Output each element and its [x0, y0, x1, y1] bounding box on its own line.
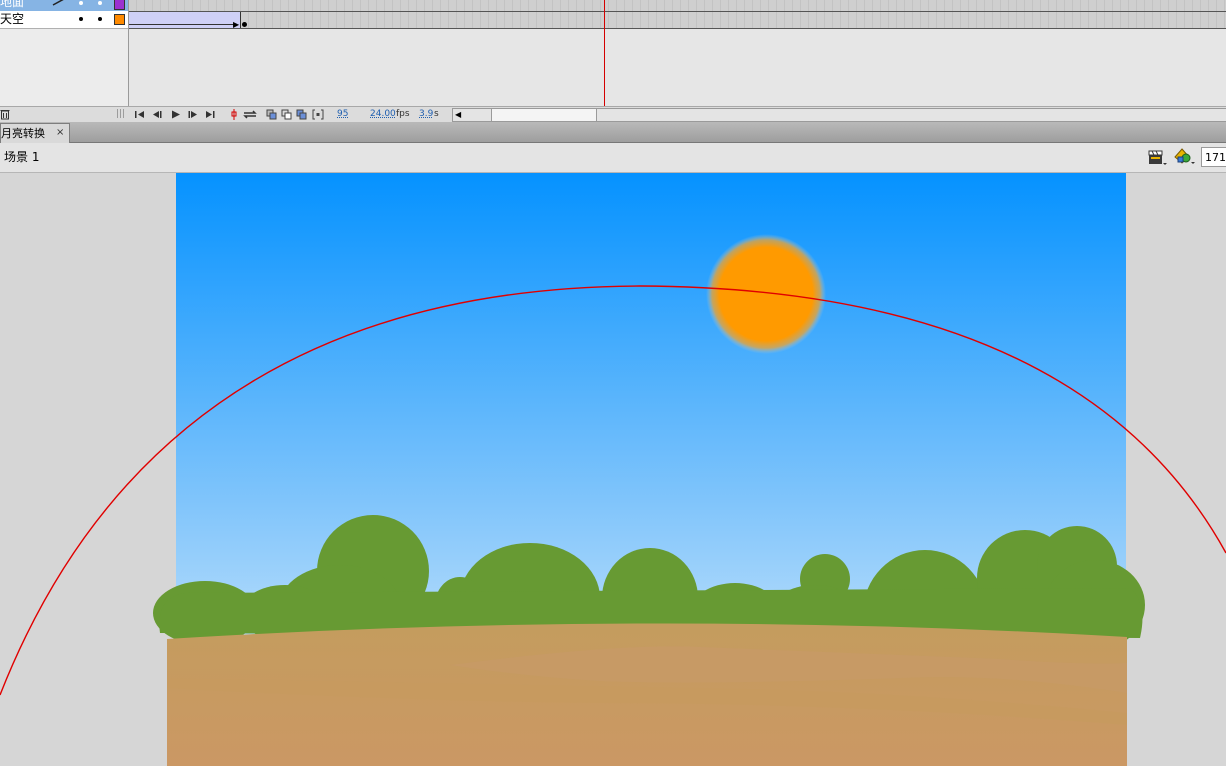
keyframe[interactable]: [242, 22, 247, 27]
scroll-left-arrow[interactable]: ◀: [455, 109, 461, 121]
frame-row[interactable]: ▶: [129, 12, 1226, 29]
lock-dot[interactable]: [98, 1, 102, 5]
stage-canvas[interactable]: [0, 173, 1226, 766]
playhead[interactable]: [604, 0, 605, 106]
tween-arrowhead: ▶: [233, 20, 240, 29]
document-tab-bar: 月亮转换 ×: [0, 122, 1226, 143]
frame-rate-unit: fps: [396, 109, 410, 119]
visibility-dot[interactable]: [79, 17, 83, 21]
stage-area[interactable]: [0, 173, 1226, 766]
document-tab-title: 月亮转换: [1, 127, 45, 140]
frame-rate[interactable]: 24.00: [370, 108, 396, 121]
elapsed-time: 3.9: [419, 109, 434, 119]
pencil-icon: [52, 0, 64, 6]
motion-tween-span[interactable]: [129, 12, 241, 28]
onion-skin-icon[interactable]: [266, 108, 278, 121]
edit-scene-icon[interactable]: [1146, 149, 1168, 167]
layer-row-ground[interactable]: 地面: [0, 0, 128, 11]
elapsed-time-unit: s: [434, 109, 439, 119]
current-frame[interactable]: 95: [337, 108, 348, 121]
frame-grid[interactable]: ▶: [129, 0, 1226, 106]
layer-name: 天空: [0, 12, 25, 26]
layer-row-sky[interactable]: 天空: [0, 11, 128, 29]
edit-bar: 场景 1 171: [0, 143, 1226, 173]
scrollbar-thumb[interactable]: [491, 109, 597, 121]
play-icon[interactable]: [170, 108, 182, 121]
layer-list: 地面 天空: [0, 0, 129, 106]
trash-icon[interactable]: [0, 108, 10, 121]
close-icon[interactable]: ×: [56, 126, 64, 139]
onion-outline-icon[interactable]: [281, 108, 293, 121]
tween-arrow: [129, 24, 237, 25]
last-frame-icon[interactable]: [204, 108, 216, 121]
loop-icon[interactable]: [241, 108, 259, 121]
layer-name: 地面: [0, 0, 25, 9]
modify-markers-icon[interactable]: [312, 108, 324, 121]
edit-multiple-frames-icon[interactable]: [296, 108, 308, 121]
scene-breadcrumb[interactable]: 场景 1: [4, 150, 39, 164]
layer-outline-color[interactable]: [114, 0, 125, 10]
visibility-dot[interactable]: [79, 1, 83, 5]
zoom-input[interactable]: 171: [1201, 147, 1226, 167]
step-forward-icon[interactable]: [187, 108, 199, 121]
edit-symbol-icon[interactable]: [1174, 148, 1196, 166]
panel-divider: |||: [116, 109, 126, 119]
center-frame-icon[interactable]: [229, 108, 239, 121]
step-back-icon[interactable]: [151, 108, 163, 121]
lock-dot[interactable]: [98, 17, 102, 21]
sun[interactable]: [706, 234, 826, 354]
layer-outline-color[interactable]: [114, 14, 125, 25]
frame-row[interactable]: [129, 0, 1226, 12]
timeline-horizontal-scrollbar[interactable]: ◀: [452, 108, 1226, 122]
timeline-panel: 地面 天空 ▶ ||| 95 24.00 fps 3.9 s ◀: [0, 0, 1226, 124]
document-tab[interactable]: 月亮转换 ×: [0, 123, 70, 143]
first-frame-icon[interactable]: [134, 108, 146, 121]
